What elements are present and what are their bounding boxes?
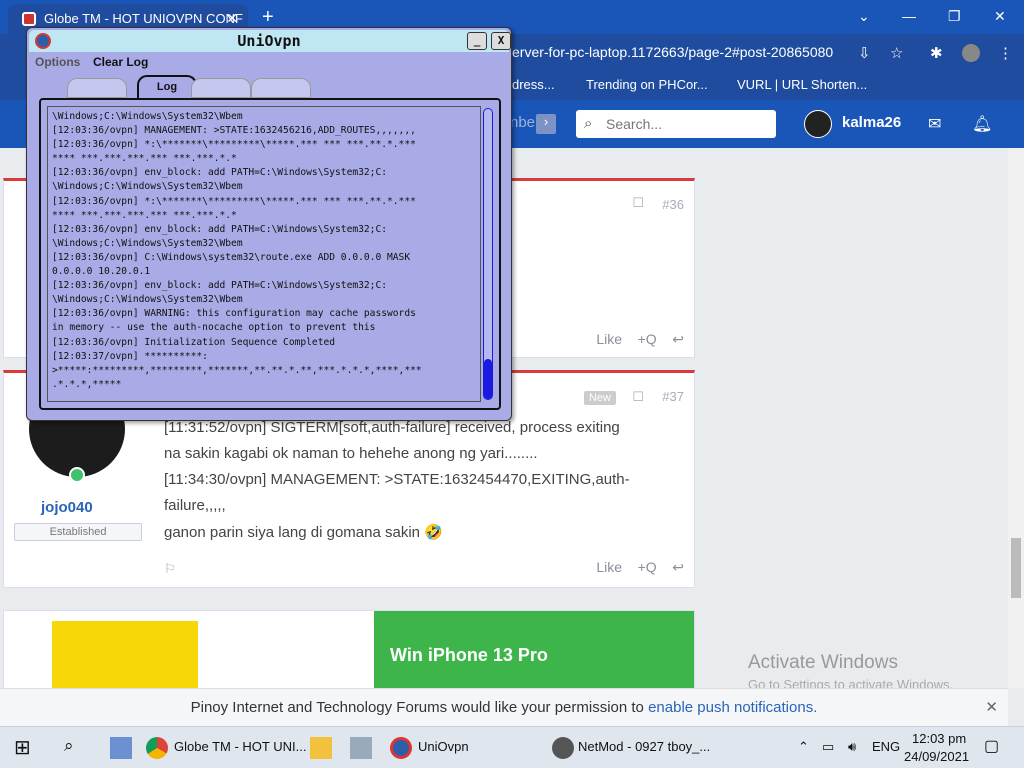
scroll-thumb[interactable] xyxy=(1011,538,1021,598)
minimize-button[interactable]: — xyxy=(902,8,916,24)
new-tab-button[interactable]: + xyxy=(262,6,274,29)
clock-date[interactable]: 24/09/2021 xyxy=(904,749,969,764)
quote-button[interactable]: +Q xyxy=(638,559,657,575)
message-line: [11:34:30/ovpn] MANAGEMENT: >STATE:16324… xyxy=(164,471,630,488)
language-indicator[interactable]: ENG xyxy=(872,739,900,754)
tab-hidden[interactable] xyxy=(67,78,127,98)
tab-hidden[interactable] xyxy=(251,78,311,98)
extensions-icon[interactable]: ✱ xyxy=(930,44,943,62)
uniovpn-window: UniOvpn _ X Options Clear Log Log \Windo… xyxy=(26,27,512,421)
close-icon[interactable]: ✕ xyxy=(985,698,998,716)
profile-avatar[interactable] xyxy=(962,44,980,62)
push-notification-banner: Pinoy Internet and Technology Forums wou… xyxy=(0,688,1008,726)
ad-image-left[interactable] xyxy=(52,621,198,691)
bookmark-icon[interactable]: ☐ xyxy=(632,389,644,405)
uniovpn-icon[interactable] xyxy=(390,737,412,759)
reaction-bar: Like +Q ↩ xyxy=(596,331,684,348)
reply-icon[interactable]: ↩ xyxy=(672,559,684,575)
menu-kebab-icon[interactable]: ⋮ xyxy=(998,44,1013,62)
like-button[interactable]: Like xyxy=(596,559,622,575)
netmod-icon[interactable] xyxy=(552,737,574,759)
ad-headline: Win iPhone 13 Pro xyxy=(390,645,548,665)
app-icon[interactable] xyxy=(110,737,132,759)
author-name[interactable]: jojo040 xyxy=(41,499,93,516)
clock-time[interactable]: 12:03 pm xyxy=(912,731,966,746)
post-number[interactable]: #37 xyxy=(662,389,684,404)
app-icon[interactable] xyxy=(350,737,372,759)
search-icon[interactable]: ⌕ xyxy=(64,736,74,756)
windows-start-icon[interactable]: ⊞ xyxy=(14,735,31,760)
bookmark-item[interactable]: Trending on PHCor... xyxy=(586,77,708,92)
log-scrollbar[interactable] xyxy=(483,108,493,400)
site-favicon-icon xyxy=(22,12,36,26)
activate-windows-title: Activate Windows xyxy=(748,652,898,673)
network-icon[interactable]: ▭ xyxy=(822,739,834,755)
avatar[interactable] xyxy=(804,110,832,138)
bookmark-icon[interactable]: ☐ xyxy=(632,195,644,211)
ad-image-right[interactable]: Win iPhone 13 Pro xyxy=(374,611,694,691)
notification-text: Pinoy Internet and Technology Forums wou… xyxy=(190,699,649,716)
post-number[interactable]: #36 xyxy=(662,197,684,212)
bookmark-star-icon[interactable]: ☆ xyxy=(890,44,903,62)
online-status-icon xyxy=(69,467,85,483)
taskbar-item-chrome[interactable]: Globe TM - HOT UNI... xyxy=(174,739,306,754)
nav-label: nbe xyxy=(510,114,536,131)
tab-close-icon[interactable]: ✕ xyxy=(226,10,238,27)
author-rank: Established xyxy=(14,523,142,541)
log-panel: \Windows;C:\Windows\System32\Wbem [12:03… xyxy=(39,98,501,410)
report-flag-icon[interactable]: ⚐ xyxy=(164,561,176,577)
log-scroll-thumb[interactable] xyxy=(484,359,492,399)
message-line: na sakin kagabi ok naman to hehehe anong… xyxy=(164,445,538,462)
notification-center-icon[interactable]: ▢ xyxy=(984,736,999,756)
username[interactable]: kalma26 xyxy=(842,114,901,131)
mail-icon[interactable]: ✉ xyxy=(928,114,941,134)
tab-search-icon[interactable]: ⌄ xyxy=(858,8,870,25)
taskbar: ⊞ ⌕ Globe TM - HOT UNI... UniOvpn NetMod… xyxy=(0,726,1024,768)
log-text[interactable]: \Windows;C:\Windows\System32\Wbem [12:03… xyxy=(47,106,481,402)
download-icon[interactable]: ⇩ xyxy=(858,44,871,62)
ad-strip: Win iPhone 13 Pro xyxy=(3,610,695,691)
message-line: [11:31:52/ovpn] SIGTERM[soft,auth-failur… xyxy=(164,419,620,436)
uniovpn-logo-icon xyxy=(35,33,51,49)
message-line: ganon parin siya lang di gomana sakin 🤣 xyxy=(164,524,443,541)
nav-chevron-icon[interactable]: › xyxy=(536,114,556,134)
window-title: UniOvpn xyxy=(237,32,301,50)
tab-log[interactable]: Log xyxy=(137,75,197,99)
folder-icon[interactable] xyxy=(310,737,332,759)
bell-icon[interactable]: 🔔︎ xyxy=(972,114,992,134)
taskbar-item-netmod[interactable]: NetMod - 0927 tboy_... xyxy=(578,739,710,754)
enable-notifications-link[interactable]: enable push notifications. xyxy=(648,699,817,716)
like-button[interactable]: Like xyxy=(596,331,622,347)
bookmark-item[interactable]: dress... xyxy=(512,77,555,92)
search-placeholder: Search... xyxy=(606,116,663,132)
uniovpn-titlebar[interactable]: UniOvpn _ X xyxy=(29,30,511,52)
quote-button[interactable]: +Q xyxy=(638,331,657,347)
menu-clear-log[interactable]: Clear Log xyxy=(93,55,148,69)
chevron-up-icon[interactable]: ⌃ xyxy=(798,739,809,755)
menu-options[interactable]: Options xyxy=(35,55,80,69)
close-window-button[interactable]: ✕ xyxy=(994,8,1006,25)
reply-icon[interactable]: ↩ xyxy=(672,331,684,347)
page-scrollbar[interactable] xyxy=(1008,148,1024,688)
reaction-bar: Like +Q ↩ xyxy=(596,559,684,576)
uniovpn-menu: Options Clear Log xyxy=(29,52,509,72)
message-line: failure,,,,, xyxy=(164,497,226,514)
chrome-icon[interactable] xyxy=(146,737,168,759)
volume-icon[interactable]: 🔊︎ xyxy=(848,739,856,755)
new-badge: New xyxy=(583,391,616,405)
url-field[interactable]: erver-for-pc-laptop.1172663/page-2#post-… xyxy=(512,44,833,60)
taskbar-item-uniovpn[interactable]: UniOvpn xyxy=(418,739,469,754)
search-input[interactable]: ⌕ Search... xyxy=(576,110,776,138)
tab-hidden[interactable] xyxy=(191,78,251,98)
bookmark-item[interactable]: VURL | URL Shorten... xyxy=(737,77,867,92)
search-icon: ⌕ xyxy=(584,115,593,132)
close-button[interactable]: X xyxy=(491,32,511,50)
tab-title: Globe TM - HOT UNIOVPN CONF xyxy=(44,11,243,26)
minimize-button[interactable]: _ xyxy=(467,32,487,50)
restore-button[interactable]: ❐ xyxy=(948,8,961,25)
